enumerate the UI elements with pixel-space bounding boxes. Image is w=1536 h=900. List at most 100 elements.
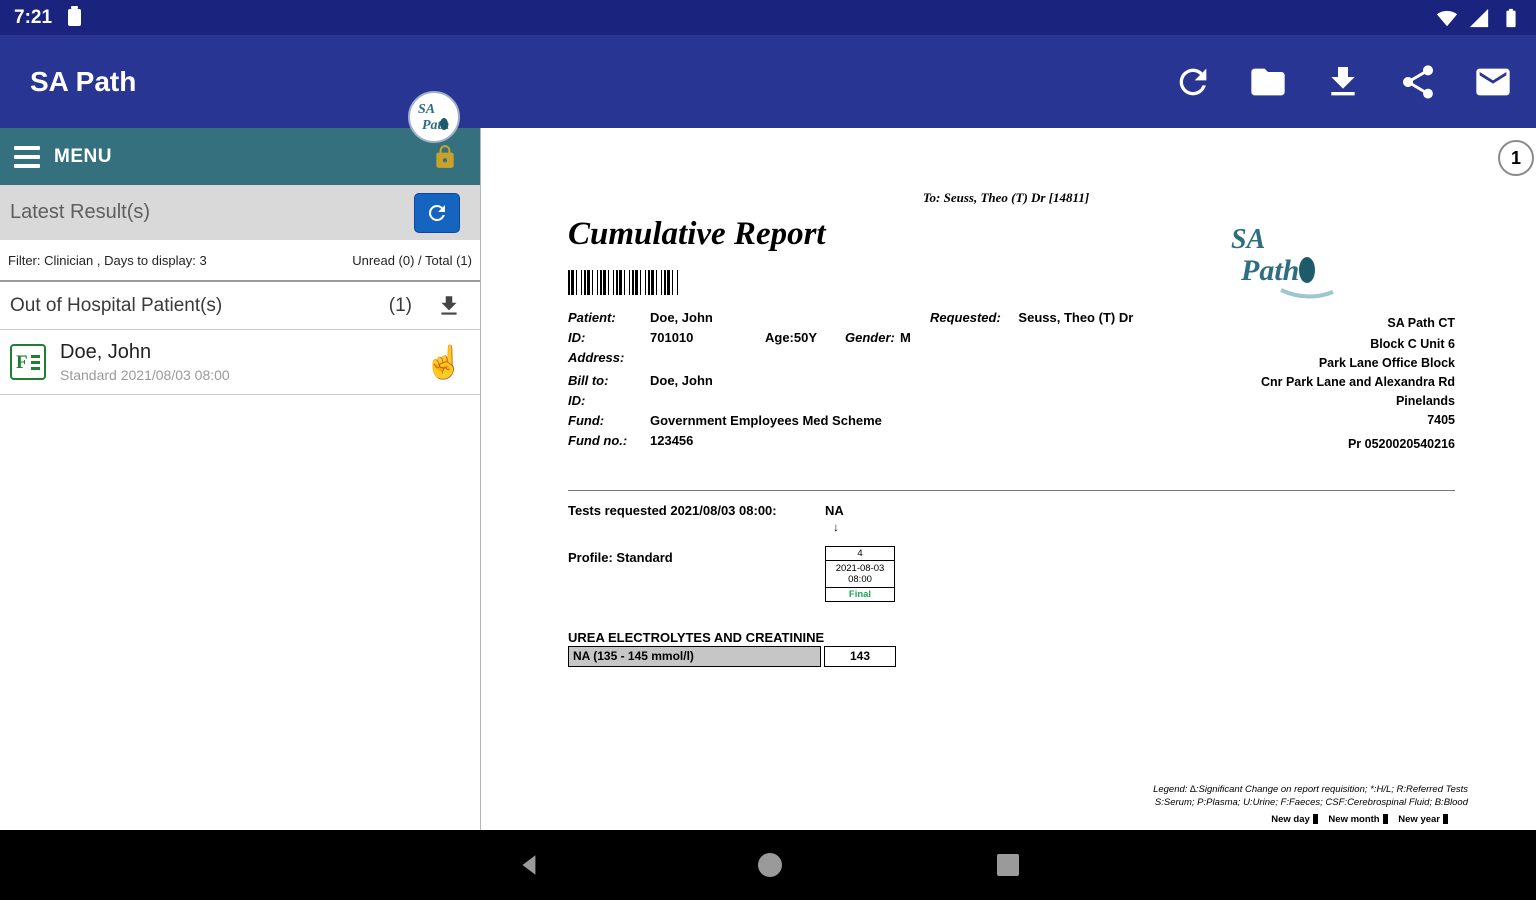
report-viewer[interactable]: 1 To: Seuss, Theo (T) Dr [14811] Cumulat… (481, 128, 1536, 830)
patient-text: Doe, John Standard 2021/08/03 08:00 (60, 341, 230, 383)
barcode (568, 270, 680, 295)
download-button[interactable] (1322, 61, 1364, 103)
latest-results-label: Latest Result(s) (10, 201, 150, 224)
legend: Legend: ∆:Significant Change on report r… (1153, 783, 1468, 809)
sample-number: 4 (825, 546, 895, 561)
legend-markers: New day New month New year (1271, 814, 1456, 825)
home-button[interactable] (758, 853, 782, 877)
marker-bar-icon (1313, 814, 1318, 824)
patient-name: Doe, John (60, 341, 230, 364)
out-of-hospital-header[interactable]: Out of Hospital Patient(s) (1) (0, 282, 480, 329)
refresh-button[interactable] (1172, 61, 1214, 103)
download-results-icon[interactable] (436, 293, 462, 319)
section-heading: UREA ELECTROLYTES AND CREATININE (568, 630, 824, 645)
id2-label: ID: (568, 393, 650, 408)
report-title: Cumulative Report (568, 216, 826, 253)
patient-file-icon: F (10, 344, 46, 380)
lab-address-line: Pinelands (1171, 392, 1455, 411)
age-value: Age:50Y (765, 330, 845, 345)
hamburger-menu-icon[interactable] (14, 146, 40, 168)
sa-path-report-logo: SA Path (1223, 218, 1343, 308)
cell-signal-icon (1468, 7, 1490, 29)
fund-label: Fund: (568, 413, 650, 428)
content-area: MENU Latest Result(s) Filter: Clinician … (0, 128, 1536, 830)
recents-button[interactable] (997, 854, 1019, 876)
refresh-results-button[interactable] (414, 193, 460, 233)
marker-new-day: New day (1271, 814, 1310, 825)
profile-label: Profile: Standard (568, 550, 673, 565)
id-label: ID: (568, 330, 650, 345)
fund-no-value: 123456 (650, 433, 693, 448)
lab-name: SA Path CT (1171, 314, 1455, 333)
sidebar: MENU Latest Result(s) Filter: Clinician … (0, 128, 481, 830)
unread-total-text: Unread (0) / Total (1) (352, 253, 472, 268)
tests-requested-label: Tests requested 2021/08/03 08:00: (568, 503, 777, 518)
column-arrow-icon: ↓ (833, 520, 839, 534)
report-addressee: To: Seuss, Theo (T) Dr [14811] (811, 190, 1201, 206)
fund-no-label: Fund no.: (568, 433, 650, 448)
tap-hand-icon: ☝ (424, 346, 464, 378)
patient-list-item[interactable]: F Doe, John Standard 2021/08/03 08:00 ☝ (0, 330, 480, 394)
lab-address-block: SA Path CT Block C Unit 6 Park Lane Offi… (1171, 314, 1455, 454)
requested-label: Requested: (930, 310, 1001, 325)
lab-address-line: 7405 (1171, 411, 1455, 430)
status-time: 7:21 (14, 7, 52, 29)
svg-text:SA: SA (418, 102, 435, 117)
tests-requested-line: Tests requested 2021/08/03 08:00: NA (568, 503, 988, 518)
address-label: Address: (568, 350, 650, 365)
menu-label[interactable]: MENU (54, 146, 112, 168)
lab-address-line: Block C Unit 6 (1171, 335, 1455, 354)
sample-time: 08:00 (826, 574, 894, 585)
id-value: 701010 (650, 330, 765, 345)
filter-text: Filter: Clinician , Days to display: 3 (8, 253, 207, 268)
sa-path-logo: SA Path (408, 91, 460, 143)
gender-label: Gender: (845, 330, 900, 345)
svg-text:SA: SA (1231, 224, 1265, 255)
app-bar-actions (1172, 35, 1514, 128)
gender-value: M (900, 330, 911, 345)
screen: 7:21 SA Path SA Path (0, 0, 1536, 900)
svg-text:Path: Path (1240, 254, 1299, 287)
lab-pr-number: Pr 0520020540216 (1171, 435, 1455, 454)
battery-icon (1500, 7, 1522, 29)
tests-requested-value: NA (825, 503, 844, 518)
back-button[interactable] (517, 852, 543, 878)
patient-info-block: Patient: Doe, John ID: 701010 Age:50Y Ge… (568, 310, 968, 453)
share-button[interactable] (1397, 61, 1439, 103)
page-number-badge: 1 (1498, 140, 1534, 176)
app-bar: SA Path SA Path (0, 35, 1536, 128)
divider (0, 394, 480, 395)
marker-bar-icon (1443, 814, 1448, 824)
patient-name-value: Doe, John (650, 310, 713, 325)
out-of-hospital-count: (1) (389, 295, 412, 317)
app-title: SA Path (30, 66, 136, 98)
requested-line: Requested: Seuss, Theo (T) Dr (930, 310, 1133, 325)
sample-date: 2021-08-03 (826, 563, 894, 574)
latest-results-header: Latest Result(s) (0, 185, 480, 240)
result-value-cell: 143 (824, 646, 896, 667)
divider (568, 490, 1455, 491)
patient-detail: Standard 2021/08/03 08:00 (60, 367, 230, 383)
filter-row: Filter: Clinician , Days to display: 3 U… (0, 240, 480, 280)
sample-datetime: 2021-08-03 08:00 (825, 560, 895, 588)
marker-new-year: New year (1398, 814, 1440, 825)
lab-address-line: Park Lane Office Block (1171, 354, 1455, 373)
fund-value: Government Employees Med Scheme (650, 413, 882, 428)
lock-icon[interactable] (432, 144, 458, 170)
wifi-icon (1436, 7, 1458, 29)
requested-value: Seuss, Theo (T) Dr (1018, 310, 1133, 325)
marker-bar-icon (1383, 814, 1388, 824)
folder-button[interactable] (1247, 61, 1289, 103)
sample-status: Final (825, 587, 895, 602)
bill-to-value: Doe, John (650, 373, 713, 388)
file-grid-icon (31, 355, 40, 370)
status-clipboard-icon (68, 9, 81, 26)
legend-line-1: Legend: ∆:Significant Change on report r… (1153, 783, 1468, 796)
legend-line-2: S:Serum; P:Plasma; U:Urine; F:Faeces; CS… (1153, 796, 1468, 809)
patient-file-letter: F (16, 353, 28, 372)
patient-label: Patient: (568, 310, 650, 325)
android-nav-bar (0, 830, 1536, 900)
bill-to-label: Bill to: (568, 373, 650, 388)
email-button[interactable] (1472, 61, 1514, 103)
lab-address-line: Cnr Park Lane and Alexandra Rd (1171, 373, 1455, 392)
